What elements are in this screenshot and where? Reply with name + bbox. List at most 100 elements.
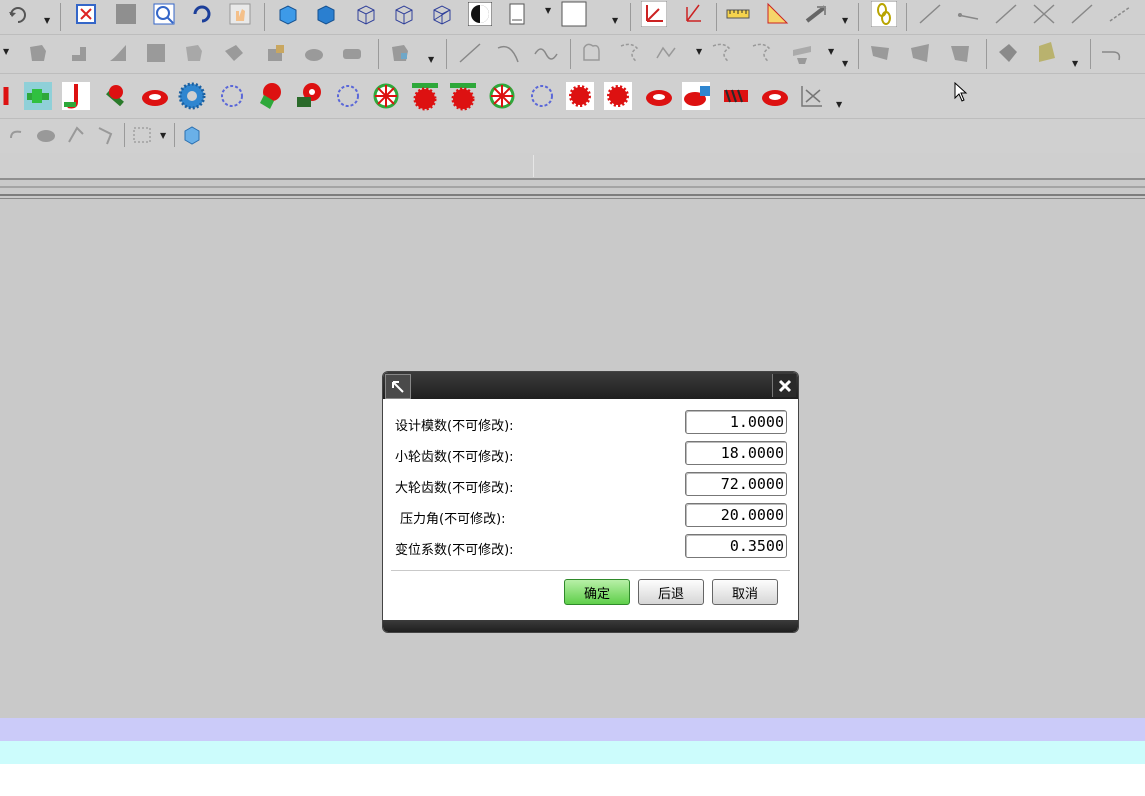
surface-icon[interactable]	[906, 39, 934, 67]
gear-icon[interactable]	[0, 82, 20, 110]
chevron-down-icon[interactable]: ▼	[1072, 59, 1078, 68]
back-button[interactable]: 后退	[638, 579, 704, 605]
gray-square-icon[interactable]	[112, 0, 140, 28]
line-icon[interactable]	[1030, 0, 1058, 28]
chevron-down-icon[interactable]: ▼	[428, 55, 434, 64]
rack-gear-icon[interactable]	[410, 82, 438, 111]
chevron-down-icon[interactable]: ▼	[842, 16, 848, 25]
pressure-angle-input[interactable]: 20.0000	[685, 503, 787, 527]
spline-icon[interactable]	[532, 39, 560, 67]
spline-icon[interactable]	[708, 39, 736, 67]
solid-icon[interactable]	[262, 39, 290, 67]
chevron-down-icon[interactable]: ▼	[842, 59, 848, 68]
render-style-icon[interactable]	[466, 0, 494, 28]
solid-icon[interactable]	[220, 39, 248, 67]
solid-icon[interactable]	[32, 121, 60, 149]
gear-icon[interactable]	[566, 82, 594, 110]
chevron-down-icon[interactable]: ▼	[44, 16, 50, 25]
spline-icon[interactable]	[616, 39, 644, 67]
cancel-button[interactable]: 取消	[712, 579, 778, 605]
solid-icon[interactable]	[338, 39, 366, 67]
sketch-icon[interactable]	[578, 39, 606, 67]
gear-shaft-icon[interactable]	[62, 82, 90, 110]
gear-outline-icon[interactable]	[528, 82, 556, 110]
module-input[interactable]: 1.0000	[685, 410, 787, 434]
dimension-icon[interactable]	[798, 82, 826, 110]
layer-icon[interactable]	[504, 0, 532, 28]
dialog-title-bar[interactable]	[383, 372, 798, 399]
gear-wheel-icon[interactable]	[372, 82, 400, 110]
undo-icon[interactable]	[4, 0, 32, 28]
gear-icon[interactable]	[604, 82, 632, 110]
rack-icon[interactable]	[722, 82, 750, 110]
gear-icon[interactable]	[178, 82, 206, 110]
chevron-down-icon[interactable]: ▼	[612, 16, 618, 25]
gear-ring-icon[interactable]	[644, 82, 672, 110]
surface-icon[interactable]	[994, 39, 1022, 67]
curve-icon[interactable]	[1098, 39, 1126, 67]
shaded-cube-icon[interactable]	[178, 121, 206, 149]
chevron-down-icon[interactable]: ▼	[3, 47, 9, 56]
measure-icon[interactable]	[724, 0, 752, 28]
surface-icon[interactable]	[866, 39, 894, 67]
solid-icon[interactable]	[24, 39, 52, 67]
gear-wheel-icon[interactable]	[488, 82, 516, 110]
snap-icon[interactable]	[802, 0, 830, 28]
solid-icon[interactable]	[142, 39, 170, 67]
shift-coefficient-input[interactable]: 0.3500	[685, 534, 787, 558]
transform-icon[interactable]	[62, 121, 90, 149]
curve-icon[interactable]	[456, 39, 484, 67]
solid-icon[interactable]	[300, 39, 328, 67]
gear-shaft-icon[interactable]	[100, 82, 128, 110]
gear-ring-icon[interactable]	[682, 82, 710, 110]
surface-icon[interactable]	[788, 39, 816, 67]
close-icon[interactable]	[772, 374, 796, 397]
selection-box-icon[interactable]	[128, 121, 156, 149]
wireframe-cube-icon[interactable]	[428, 0, 456, 28]
wireframe-cube-icon[interactable]	[390, 0, 418, 28]
spline-icon[interactable]	[654, 39, 682, 67]
blank-page-icon[interactable]	[560, 0, 588, 28]
angle-measure-icon[interactable]	[764, 0, 792, 28]
line-icon[interactable]	[1106, 0, 1134, 28]
axis-icon[interactable]	[640, 0, 668, 28]
solid-icon[interactable]	[180, 39, 208, 67]
wireframe-cube-icon[interactable]	[352, 0, 380, 28]
line-icon[interactable]	[954, 0, 982, 28]
chevron-down-icon[interactable]: ▼	[545, 6, 551, 15]
pinion-teeth-input[interactable]: 18.0000	[685, 441, 787, 465]
gear-pair-icon[interactable]	[294, 82, 322, 110]
zoom-window-icon[interactable]	[150, 0, 178, 28]
rotate-icon[interactable]	[188, 0, 216, 28]
gear-shaft-icon[interactable]	[24, 82, 52, 110]
transform-icon[interactable]	[92, 121, 120, 149]
line-icon[interactable]	[992, 0, 1020, 28]
spline-icon[interactable]	[748, 39, 776, 67]
chevron-down-icon[interactable]: ▼	[160, 131, 166, 140]
gear-teeth-input[interactable]: 72.0000	[685, 472, 787, 496]
pin-icon[interactable]	[385, 374, 411, 399]
gear-outline-icon[interactable]	[218, 82, 246, 110]
chevron-down-icon[interactable]: ▼	[696, 47, 702, 56]
point-icon[interactable]	[680, 0, 708, 28]
undo-icon[interactable]	[2, 121, 30, 149]
solid-icon[interactable]	[386, 39, 414, 67]
solid-icon[interactable]	[66, 39, 94, 67]
shaded-cube-icon[interactable]	[312, 0, 340, 28]
shaded-cube-icon[interactable]	[274, 0, 302, 28]
gear-ring-icon[interactable]	[140, 82, 168, 110]
line-icon[interactable]	[916, 0, 944, 28]
gear-ring-icon[interactable]	[760, 82, 788, 110]
gear-outline-icon[interactable]	[334, 82, 362, 110]
surface-icon[interactable]	[946, 39, 974, 67]
pan-icon[interactable]	[226, 0, 254, 28]
surface-icon[interactable]	[1032, 39, 1060, 67]
fit-view-icon[interactable]	[72, 0, 100, 28]
chevron-down-icon[interactable]: ▼	[836, 100, 842, 109]
rack-gear-icon[interactable]	[448, 82, 476, 111]
gear-pair-icon[interactable]	[256, 82, 284, 110]
curve-icon[interactable]	[494, 39, 522, 67]
ok-button[interactable]: 确定	[564, 579, 630, 605]
line-icon[interactable]	[1068, 0, 1096, 28]
solid-icon[interactable]	[104, 39, 132, 67]
